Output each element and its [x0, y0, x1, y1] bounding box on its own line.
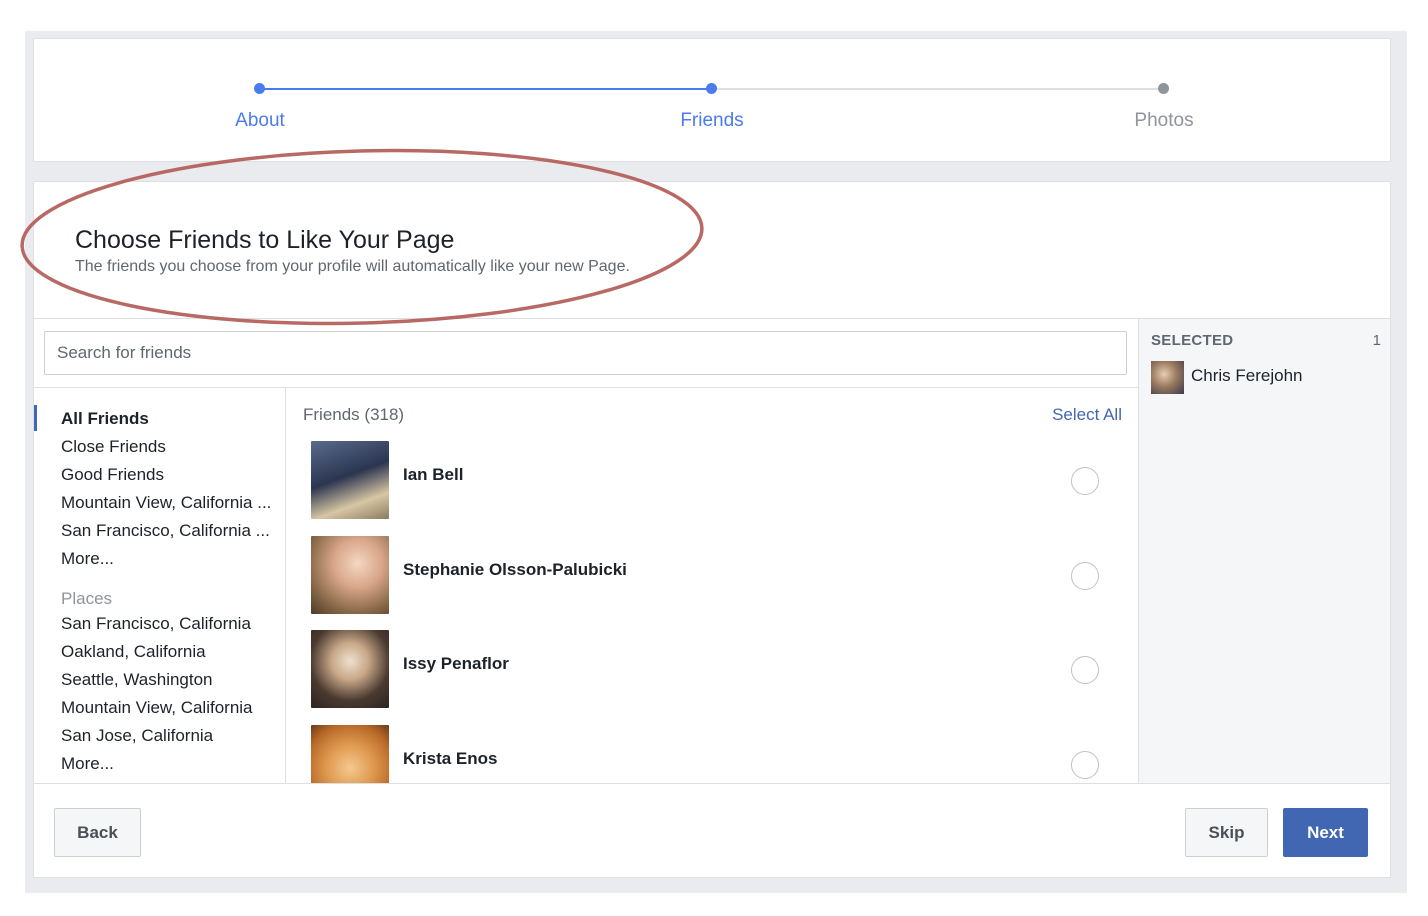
place-oakland[interactable]: Oakland, California [61, 642, 206, 662]
places-more[interactable]: More... [61, 754, 114, 774]
friend-avatar [311, 536, 389, 614]
step-about[interactable]: About [160, 110, 360, 132]
friend-name: Ian Bell [403, 465, 464, 484]
avatar [1151, 361, 1184, 394]
skip-button[interactable]: Skip [1185, 808, 1268, 857]
friend-avatar [311, 725, 389, 783]
progress-stepper: About Friends Photos [33, 38, 1391, 162]
search-input[interactable] [44, 331, 1127, 375]
place-seattle[interactable]: Seattle, Washington [61, 670, 213, 690]
filter-san-francisco-list[interactable]: San Francisco, California ... [61, 521, 270, 541]
active-filter-indicator [34, 405, 37, 431]
step-dot-friends [706, 83, 717, 94]
step-photos: Photos [1134, 110, 1194, 131]
friend-row[interactable]: Krista Enos [311, 725, 1121, 783]
filter-lists-more[interactable]: More... [61, 549, 114, 569]
filter-good-friends[interactable]: Good Friends [61, 465, 164, 485]
filter-all-friends[interactable]: All Friends [61, 409, 149, 429]
select-all-link[interactable]: Select All [1052, 405, 1122, 425]
friend-row[interactable]: Issy Penaflor [311, 630, 1121, 708]
friend-select-radio[interactable] [1071, 656, 1099, 684]
places-heading: Places [61, 589, 113, 608]
friend-name: Issy Penaflor [403, 654, 509, 673]
selected-friend-name[interactable]: Chris Ferejohn [1191, 366, 1303, 386]
choose-friends-dialog: Choose Friends to Like Your Page The fri… [33, 181, 1391, 878]
friend-select-radio[interactable] [1071, 751, 1099, 779]
back-button[interactable]: Back [54, 808, 141, 857]
friend-avatar [311, 441, 389, 519]
friend-select-radio[interactable] [1071, 467, 1099, 495]
friend-name: Krista Enos [403, 749, 498, 768]
place-mountain-view[interactable]: Mountain View, California [61, 698, 253, 718]
search-bar [34, 319, 1138, 387]
step-friends[interactable]: Friends [612, 110, 812, 132]
selected-heading: SELECTED [1151, 332, 1234, 349]
friend-list-filters: All Friends Close Friends Good Friends M… [34, 387, 286, 783]
step-dot-photos [1158, 83, 1169, 94]
friends-count: Friends (318) [303, 405, 405, 424]
friend-avatar [311, 630, 389, 708]
step-line-upcoming [712, 88, 1164, 90]
page-title: Choose Friends to Like Your Page [75, 226, 455, 254]
friend-name: Stephanie Olsson-Palubicki [403, 560, 627, 579]
next-button[interactable]: Next [1283, 808, 1368, 857]
selected-friends-panel: SELECTED 1 Chris Ferejohn [1138, 319, 1390, 783]
friend-row[interactable]: Stephanie Olsson-Palubicki [311, 536, 1121, 614]
dialog-footer: Back Skip Next [34, 783, 1390, 877]
step-line-complete [260, 88, 712, 90]
page-subtitle: The friends you choose from your profile… [75, 258, 630, 275]
friend-select-radio[interactable] [1071, 562, 1099, 590]
filter-mountain-view-list[interactable]: Mountain View, California ... [61, 493, 271, 513]
friend-row[interactable]: Ian Bell [311, 441, 1121, 519]
place-san-francisco[interactable]: San Francisco, California [61, 614, 251, 634]
friends-list: Friends (318) Select All Ian Bell Stepha… [286, 387, 1138, 783]
selected-count: 1 [1372, 332, 1381, 349]
step-dot-about [254, 83, 265, 94]
filter-close-friends[interactable]: Close Friends [61, 437, 166, 457]
place-san-jose[interactable]: San Jose, California [61, 726, 213, 746]
